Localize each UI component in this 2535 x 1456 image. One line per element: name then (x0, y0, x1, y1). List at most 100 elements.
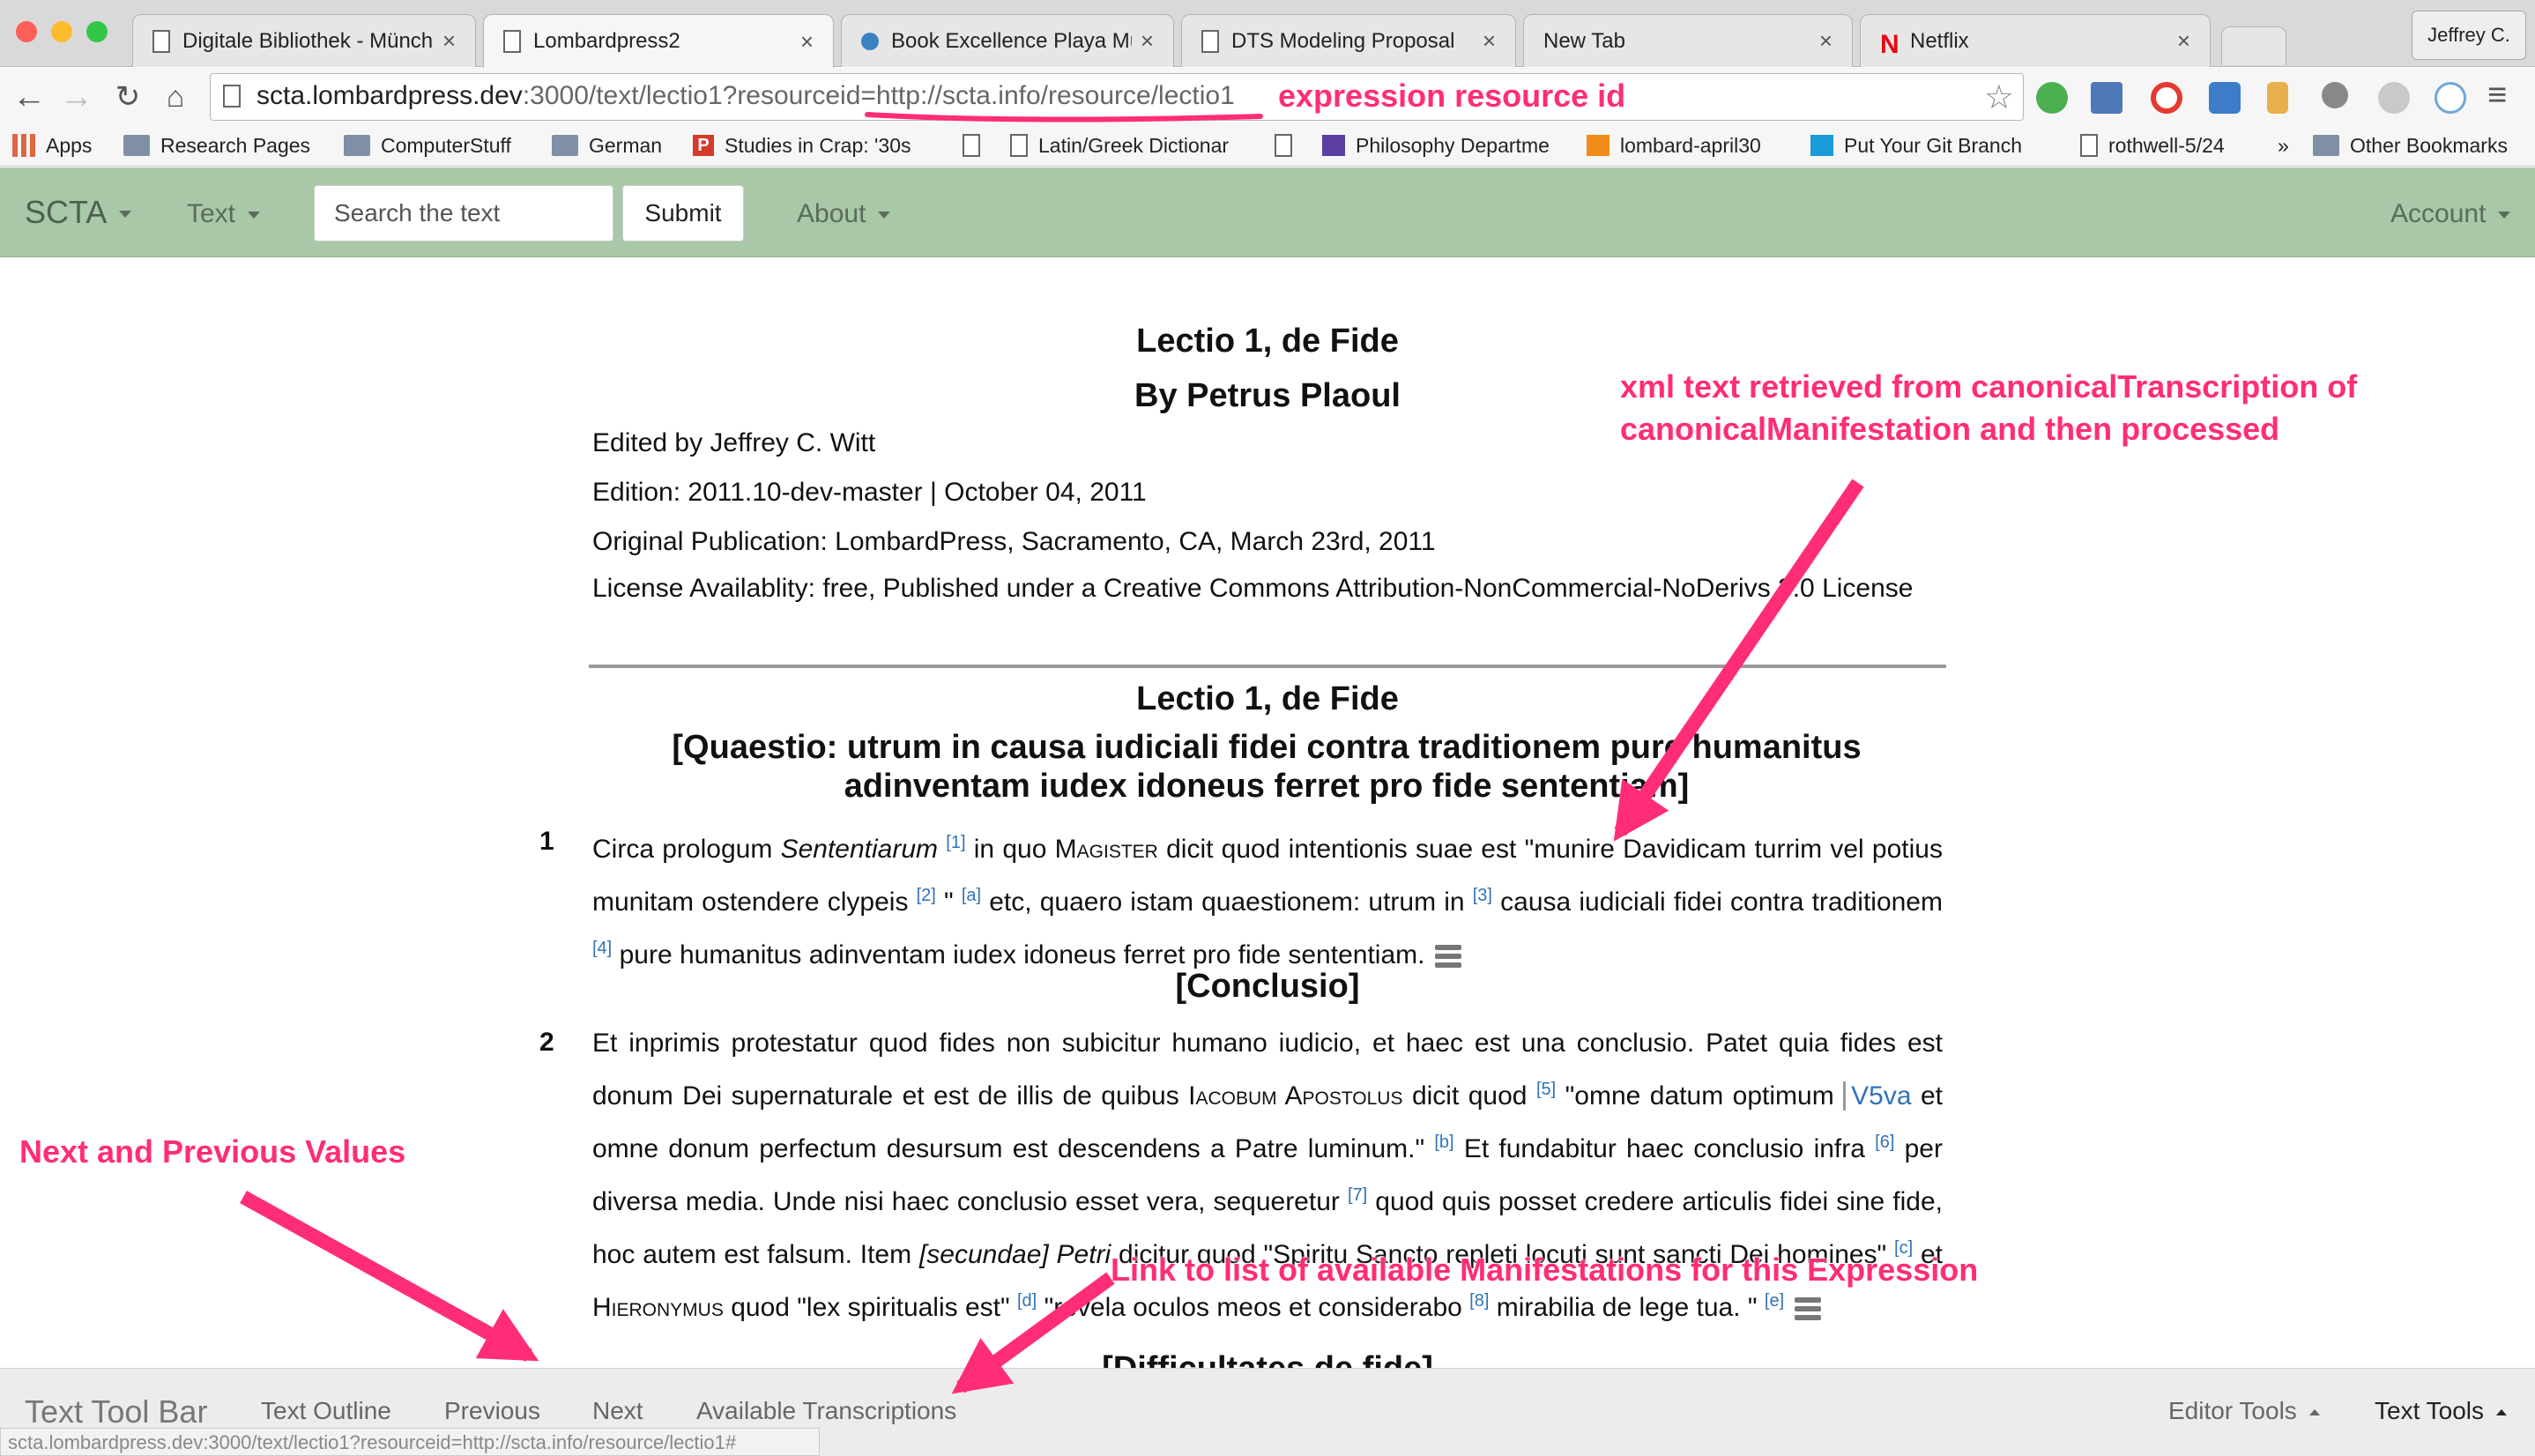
account-menu[interactable]: Account (2390, 199, 2511, 229)
extension-opera-icon[interactable] (2151, 82, 2182, 114)
footnote-link[interactable]: [d] (1017, 1291, 1037, 1311)
close-window-icon[interactable] (16, 21, 37, 42)
text-tools-menu[interactable]: Text Tools (2375, 1397, 2507, 1425)
footnote-link[interactable]: [b] (1434, 1133, 1453, 1152)
license-line: License Availablity: free, Published und… (592, 574, 1914, 603)
browser-tab[interactable]: DTS Modeling Proposal × (1181, 14, 1516, 67)
paragraph-number: 2 (539, 1028, 554, 1057)
close-tab-icon[interactable]: × (442, 27, 456, 55)
footnote-link[interactable]: [5] (1536, 1080, 1556, 1099)
browser-tab-active[interactable]: Lombardpress2 × (483, 14, 834, 68)
minimize-window-icon[interactable] (51, 21, 72, 42)
extension-react-icon[interactable] (2435, 82, 2466, 114)
browser-tab-strip: Digitale Bibliothek - Münch × Lombardpre… (0, 0, 2535, 68)
profile-button[interactable]: Jeffrey C. (2412, 11, 2526, 60)
browser-tab[interactable]: N Netflix × (1860, 14, 2211, 67)
text-menu[interactable]: Text (187, 199, 261, 229)
footnote-link[interactable]: [8] (1469, 1291, 1489, 1311)
browser-toolbar: ← → ↻ ⌂ scta.lombardpress.dev:3000/text/… (0, 68, 2535, 126)
bookmark-link[interactable]: P Studies in Crap: '30s (693, 131, 947, 160)
site-navbar: SCTA Text Submit About Account (0, 167, 2535, 257)
bookmarks-bar: Apps Research Pages ComputerStuff German… (0, 126, 2535, 167)
extension-tool-icon[interactable] (2322, 82, 2348, 108)
footnote-link[interactable]: [1] (946, 833, 965, 852)
close-tab-icon[interactable]: × (1483, 27, 1496, 55)
bookmark-apps[interactable]: Apps (12, 131, 92, 160)
annotation-next-prev: Next and Previous Values (19, 1133, 406, 1170)
bookmark-link[interactable]: Philosophy Departme (1322, 131, 1567, 160)
browser-tab[interactable]: Book Excellence Playa Muje × (841, 14, 1174, 67)
caret-down-icon (878, 212, 891, 219)
folder-icon (344, 135, 370, 156)
address-bar[interactable]: scta.lombardpress.dev:3000/text/lectio1?… (210, 73, 2024, 121)
annotation-xml-line1: xml text retrieved from canonicalTranscr… (1620, 368, 2358, 405)
new-tab-button[interactable] (2221, 26, 2286, 65)
submit-button[interactable]: Submit (622, 185, 744, 241)
next-link[interactable]: Next (592, 1397, 643, 1425)
home-icon[interactable]: ⌂ (155, 77, 196, 117)
caret-down-icon (119, 211, 132, 219)
footnote-link[interactable]: [e] (1765, 1291, 1784, 1311)
extension-cast-icon[interactable] (2209, 82, 2241, 114)
bookmark-folder[interactable]: Research Pages (123, 131, 310, 160)
available-transcriptions-link[interactable]: Available Transcriptions (696, 1397, 956, 1425)
bookmark-link[interactable]: Latin/Greek Dictionar (1010, 131, 1252, 160)
bookmark-link[interactable]: lombard-april30 (1587, 131, 1761, 160)
close-tab-icon[interactable]: × (800, 28, 814, 56)
caret-up-icon (2496, 1409, 2507, 1416)
footnote-link[interactable]: [3] (1473, 886, 1492, 905)
caret-down-icon (248, 212, 261, 219)
apps-grid-icon (12, 134, 35, 157)
reload-icon[interactable]: ↻ (108, 77, 148, 117)
about-menu[interactable]: About (797, 199, 891, 229)
close-tab-icon[interactable]: × (1141, 27, 1154, 55)
more-bookmarks-chevron[interactable]: » (2278, 131, 2289, 160)
page-icon (2080, 134, 2098, 157)
extension-hangouts-icon[interactable] (2036, 82, 2068, 114)
bookmark-link[interactable]: rothwell-5/24 (2080, 131, 2225, 160)
section-title: Lectio 1, de Fide (1136, 680, 1399, 717)
caret-up-icon (2308, 1409, 2320, 1416)
manuscript-ref-link[interactable]: V5va (1843, 1081, 1912, 1111)
browser-tab[interactable]: Digitale Bibliothek - Münch × (132, 14, 476, 67)
back-icon[interactable]: ← (9, 77, 49, 117)
close-tab-icon[interactable]: × (2177, 27, 2190, 55)
editor-tools-menu[interactable]: Editor Tools (2168, 1397, 2320, 1425)
status-bar-url: scta.lombardpress.dev:3000/text/lectio1?… (0, 1428, 820, 1456)
footnote-link[interactable]: [6] (1875, 1133, 1894, 1152)
brand-menu[interactable]: SCTA (25, 194, 132, 231)
paragraph-tools-icon[interactable] (1795, 1297, 1822, 1321)
page-icon (1201, 29, 1219, 53)
bookmark-link[interactable]: Put Your Git Branch (1810, 131, 2054, 160)
paragraph-tools-icon[interactable] (1435, 945, 1462, 969)
footnote-link[interactable]: [4] (592, 939, 612, 958)
star-favicon-icon (861, 32, 879, 50)
question-heading: [Quaestio: utrum in causa iudiciali fide… (672, 729, 1862, 805)
page-icon (503, 30, 521, 53)
previous-link[interactable]: Previous (444, 1397, 540, 1425)
document-title: Lectio 1, de Fide (1136, 323, 1399, 360)
bookmark-other[interactable]: Other Bookmarks (2313, 131, 2508, 160)
browser-tab[interactable]: New Tab × (1523, 14, 1853, 67)
bookmark-folder[interactable]: German (552, 131, 662, 160)
bookmark-star-icon[interactable]: ☆ (1984, 78, 2014, 117)
extension-flag-icon[interactable] (2267, 82, 2288, 114)
footnote-link[interactable]: [2] (917, 886, 936, 905)
annotation-xml-line2: canonicalManifestation and then processe… (1620, 411, 2280, 447)
bookmark-link[interactable] (1275, 131, 1310, 160)
page-icon (152, 29, 170, 53)
extension-drive-icon[interactable] (2378, 82, 2410, 114)
folder-icon (2313, 135, 2339, 156)
text-outline-link[interactable]: Text Outline (261, 1397, 391, 1425)
forward-icon[interactable]: → (56, 77, 97, 117)
bookmark-link[interactable] (963, 131, 998, 160)
footnote-link[interactable]: [7] (1348, 1185, 1367, 1205)
bookmark-folder[interactable]: ComputerStuff (344, 131, 511, 160)
p-favicon-icon: P (693, 135, 714, 156)
close-tab-icon[interactable]: × (1819, 27, 1832, 55)
extension-calendar-icon[interactable] (2091, 82, 2122, 114)
search-input[interactable] (314, 185, 613, 241)
menu-icon[interactable]: ≡ (2487, 77, 2519, 114)
maximize-window-icon[interactable] (86, 21, 108, 42)
footnote-link[interactable]: [a] (962, 886, 981, 905)
